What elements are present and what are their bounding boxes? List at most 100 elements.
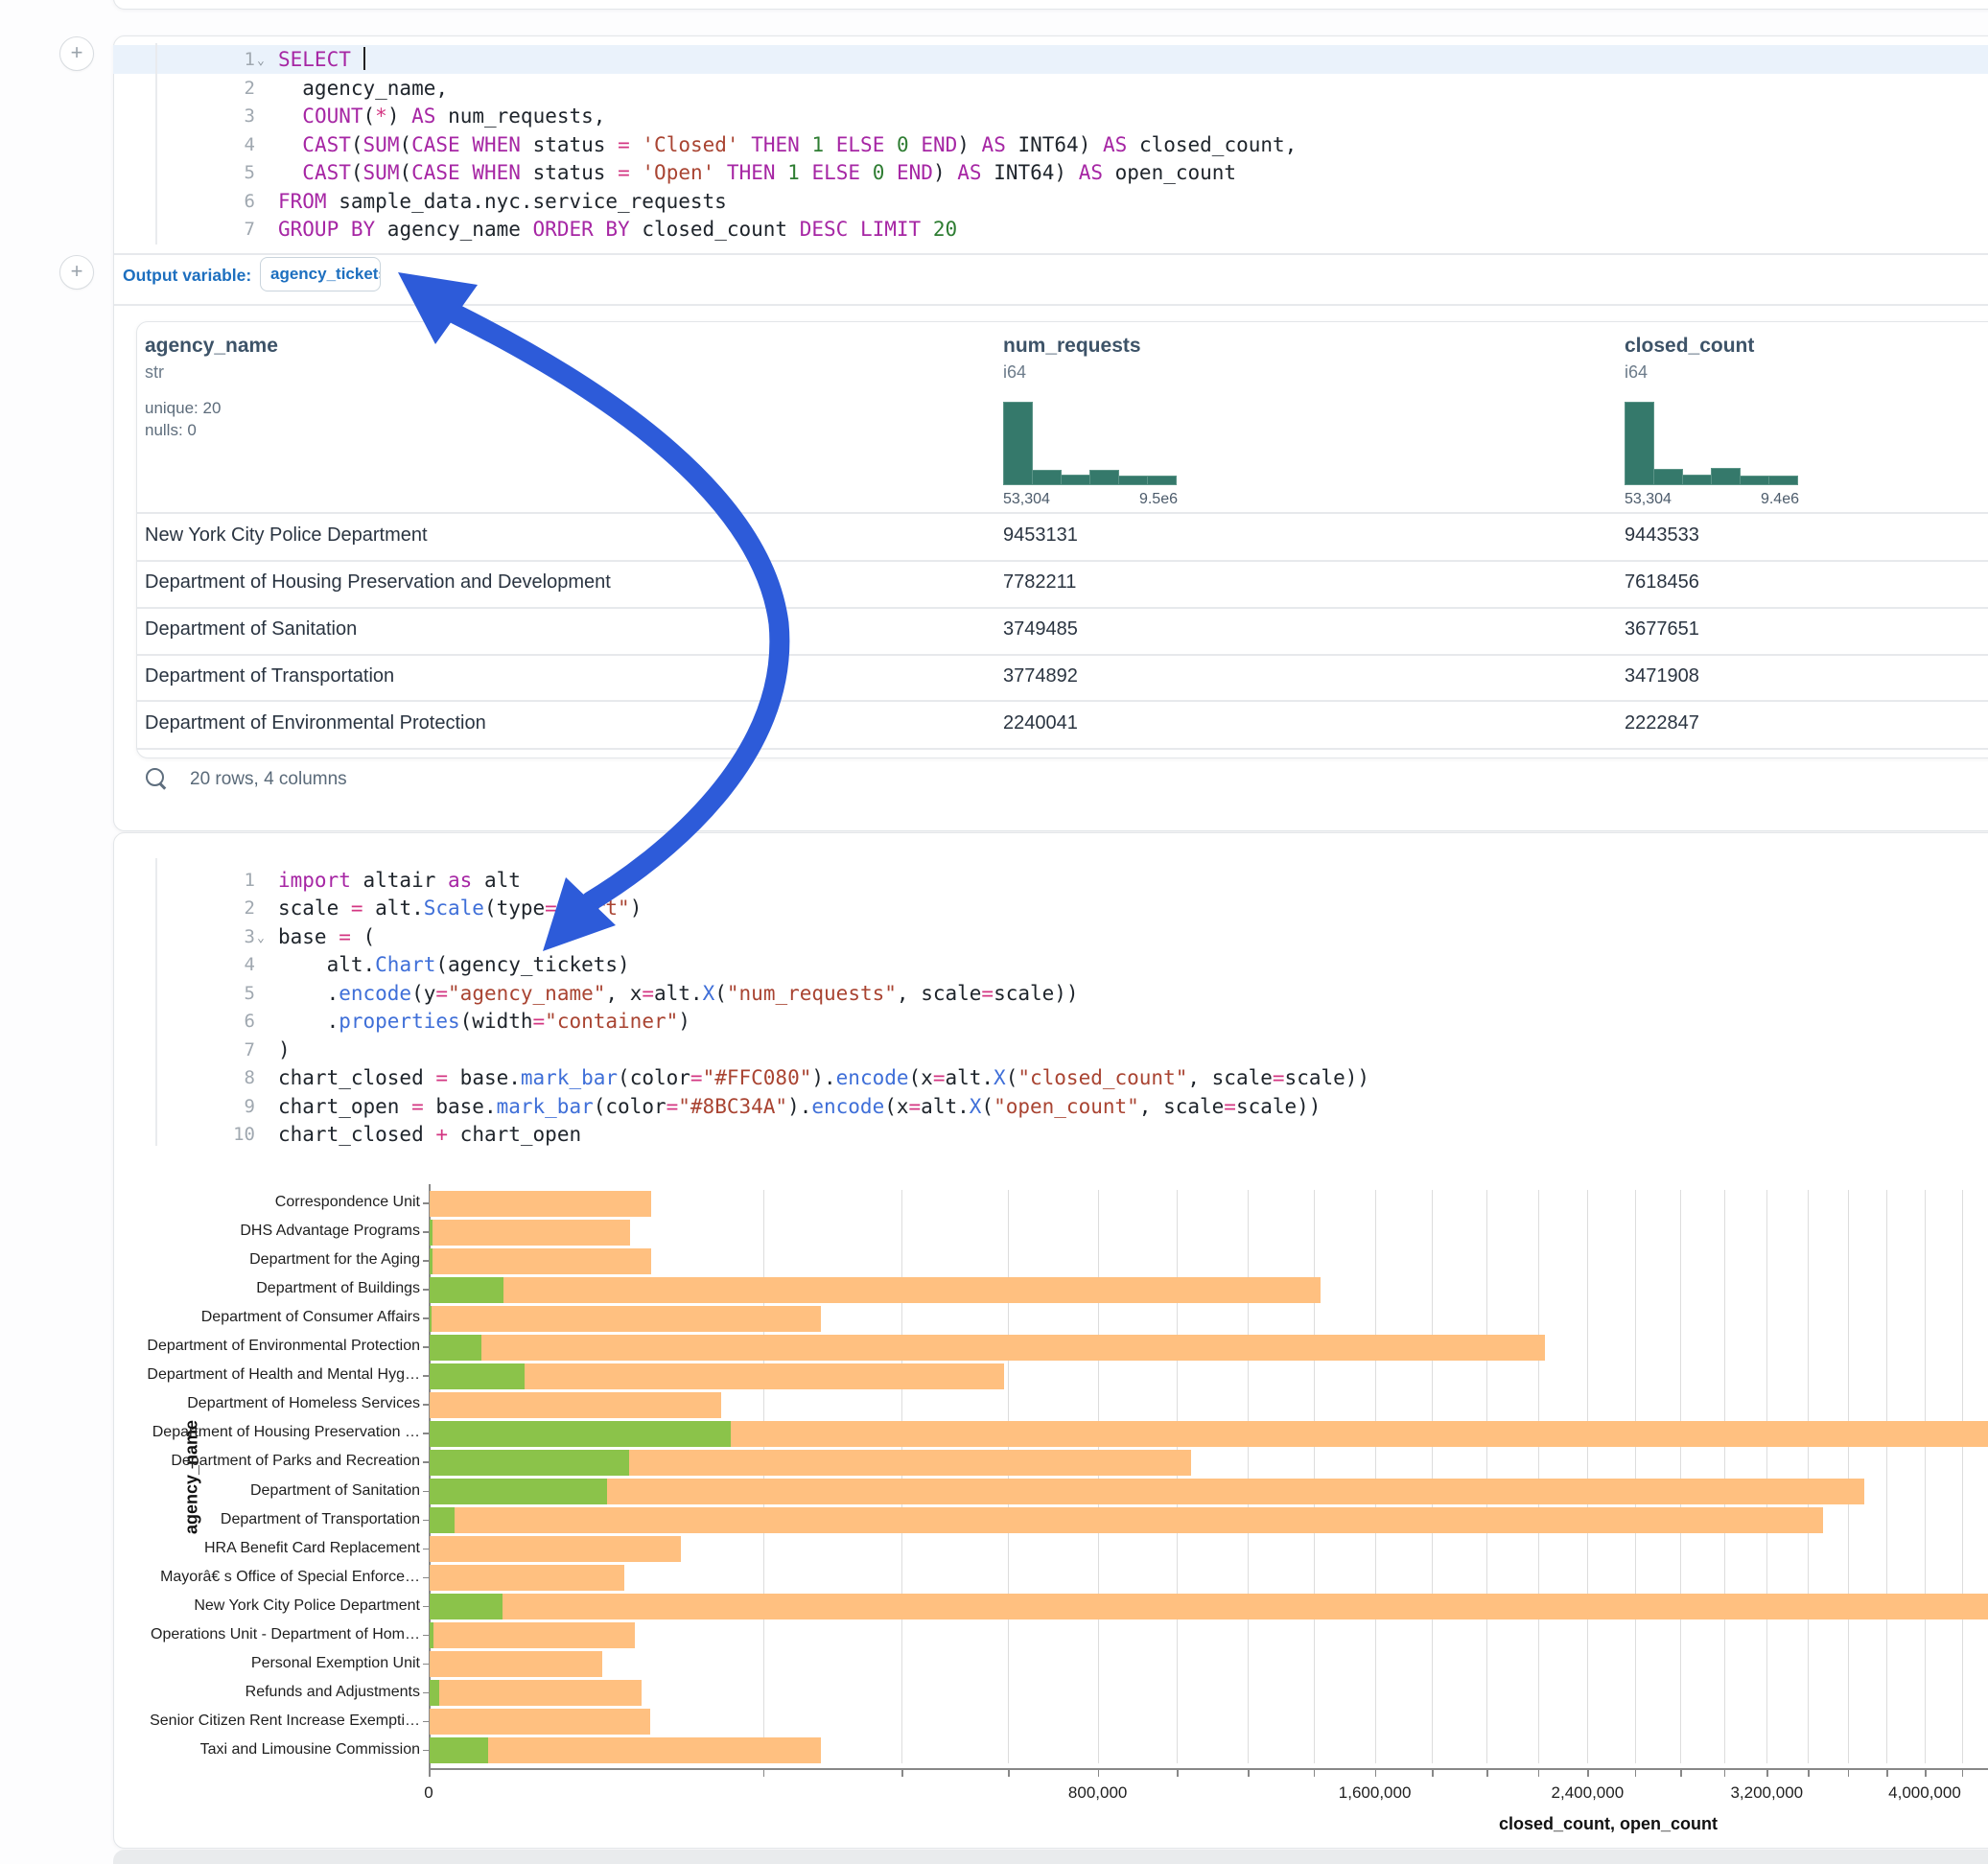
code-line: 1⌄SELECT [113, 45, 1988, 74]
code-token: properties [339, 1010, 459, 1033]
output-variable-pill[interactable]: agency_tickets [260, 257, 381, 291]
column-header-closed_count[interactable]: closed_count [1625, 335, 1754, 358]
code-token [776, 161, 788, 184]
code-token: agency_name [375, 218, 532, 241]
code-token: scale)) [1285, 1066, 1370, 1089]
code-token: ). [811, 1066, 835, 1089]
table-cell: 3749485 [1003, 618, 1078, 641]
code-line: 6FROM sample_data.nyc.service_requests [113, 187, 1988, 216]
code-token: = [435, 1066, 448, 1089]
gridline [1886, 1190, 1887, 1763]
sql-gutter-divider [155, 43, 157, 245]
histogram-bar [1711, 468, 1741, 485]
table-cell: 7618456 [1625, 571, 1699, 594]
code-token: Scale [424, 897, 484, 920]
search-icon[interactable] [146, 768, 164, 786]
code-token: "sqrt" [557, 897, 630, 920]
code-token [278, 105, 302, 128]
y-axis-label: Department of Sanitation [132, 1482, 420, 1500]
column-type: str [145, 362, 164, 383]
code-token [884, 161, 897, 184]
x-axis-tick [1538, 1770, 1540, 1777]
row-separator [137, 607, 1988, 609]
code-line: 5 CAST(SUM(CASE WHEN status = 'Open' THE… [113, 158, 1988, 187]
code-token: ). [787, 1095, 811, 1118]
python-code-editor[interactable]: 1import altair as alt2scale = alt.Scale(… [113, 832, 1988, 1149]
code-token: = [351, 897, 363, 920]
code-token [848, 218, 860, 241]
code-text: .encode(y="agency_name", x=alt.X("num_re… [278, 979, 1079, 1008]
code-token: ( [714, 982, 727, 1005]
code-line: 4 CAST(SUM(CASE WHEN status = 'Closed' T… [113, 130, 1988, 159]
code-token: . [278, 982, 339, 1005]
code-token: agency_name, [278, 77, 448, 100]
fold-chevron-icon[interactable]: ⌄ [257, 924, 265, 953]
code-token: mark_bar [497, 1095, 594, 1118]
table-cell: 7782211 [1003, 571, 1076, 594]
add-cell-button-middle[interactable]: + [59, 255, 94, 290]
line-number: 5 [209, 979, 255, 1008]
code-token [460, 161, 473, 184]
table-cell: 3677651 [1625, 618, 1699, 641]
code-token: scale [278, 897, 351, 920]
code-line: 6 .properties(width="container") [113, 1007, 1988, 1036]
histogram-bar [1089, 470, 1119, 485]
code-token: COUNT [302, 105, 363, 128]
line-number: 7 [209, 215, 255, 244]
code-token: (color [594, 1095, 667, 1118]
code-token: AS [982, 133, 1006, 156]
histogram-max-label: 9.4e6 [1740, 491, 1799, 508]
code-token: "num_requests" [727, 982, 897, 1005]
table-cell: Department of Sanitation [145, 618, 357, 641]
x-axis-tick [763, 1770, 765, 1777]
open-count-bar [430, 1335, 481, 1361]
closed-count-bar [430, 1594, 1988, 1619]
histogram-bar [1118, 476, 1148, 485]
gridline [1635, 1190, 1636, 1763]
code-token: "agency_name" [448, 982, 605, 1005]
table-cell: 2240041 [1003, 712, 1078, 734]
x-axis-tick [1587, 1770, 1589, 1777]
code-token: ORDER BY [533, 218, 630, 241]
code-token: AS [1103, 133, 1127, 156]
y-axis-label: Department for the Aging [132, 1251, 420, 1269]
code-token: X [703, 982, 715, 1005]
code-token: 'Closed' [642, 133, 738, 156]
histogram-bar [1768, 476, 1798, 485]
output-variable-label: Output variable: [123, 266, 251, 286]
closed-count-bar [430, 1191, 651, 1217]
code-token: mark_bar [521, 1066, 618, 1089]
closed-count-bar [430, 1392, 721, 1418]
row-separator [137, 700, 1988, 702]
code-token: encode [836, 1066, 909, 1089]
line-number: 4 [209, 130, 255, 159]
gridline [1808, 1190, 1809, 1763]
table-footer-summary: 20 rows, 4 columns [190, 769, 347, 790]
column-header-num_requests[interactable]: num_requests [1003, 335, 1141, 358]
code-token: CASE [411, 161, 460, 184]
code-token: alt. [278, 953, 375, 976]
code-token [630, 161, 643, 184]
code-line: 2 agency_name, [113, 74, 1988, 103]
code-token: closed_count [630, 218, 800, 241]
code-token: ) [957, 133, 981, 156]
code-token: 1 [811, 133, 824, 156]
fold-chevron-icon[interactable]: ⌄ [257, 47, 265, 76]
gridline [1766, 1190, 1767, 1763]
code-token: scale)) [994, 982, 1079, 1005]
line-number: 3 [209, 922, 255, 951]
code-token: CAST [302, 133, 351, 156]
sql-code-editor[interactable]: 1⌄SELECT 2 agency_name,3 COUNT(*) AS num… [113, 35, 1988, 253]
column-header-agency_name[interactable]: agency_name [145, 335, 278, 358]
x-axis-tick [1680, 1770, 1682, 1777]
code-token: THEN [751, 133, 800, 156]
x-axis-tick-label: 800,000 [1017, 1783, 1180, 1803]
code-token: , scale [1139, 1095, 1225, 1118]
histogram-bar [1682, 475, 1712, 485]
code-token: alt. [654, 982, 703, 1005]
add-cell-button-top[interactable]: + [59, 36, 94, 71]
code-token [630, 133, 643, 156]
y-axis-label: Senior Citizen Rent Increase Exempti… [132, 1713, 420, 1730]
closed-count-bar [430, 1335, 1545, 1361]
table-cell: 3774892 [1003, 665, 1078, 687]
